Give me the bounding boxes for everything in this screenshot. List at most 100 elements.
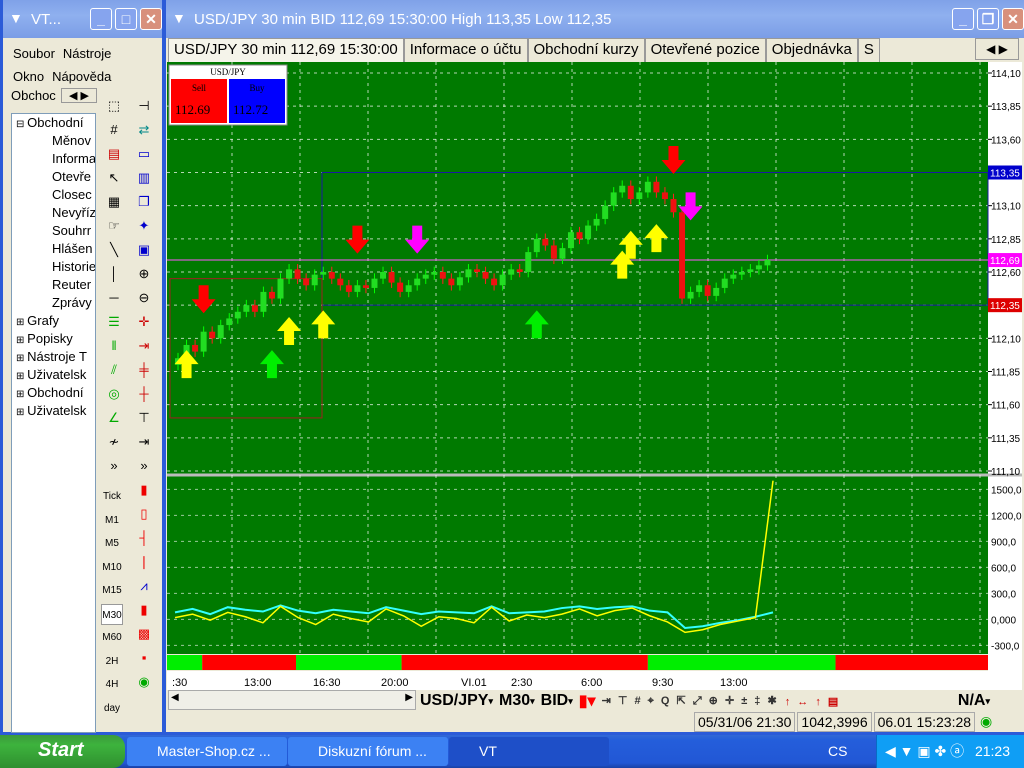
- expand-icon[interactable]: ⊞: [16, 317, 27, 328]
- tree-item[interactable]: ⊟ Obchodní: [12, 114, 95, 132]
- hand-icon[interactable]: ☞: [103, 215, 125, 237]
- tree-item[interactable]: Reuter: [12, 276, 95, 294]
- tree-item[interactable]: Closec: [12, 186, 95, 204]
- close-button[interactable]: ✕: [1002, 8, 1024, 30]
- tree-item[interactable]: Informa: [12, 150, 95, 168]
- tree-item[interactable]: ⊞ Uživatelsk: [12, 402, 95, 420]
- new-window-icon[interactable]: ✦: [133, 215, 155, 237]
- expand-icon[interactable]: ⊟: [16, 119, 27, 130]
- timeframe-m30[interactable]: M30: [101, 603, 123, 625]
- minimize-button[interactable]: _: [952, 8, 974, 30]
- tray-icons[interactable]: ◀ ▼ ▣ ✤ ⓐ: [885, 743, 964, 759]
- taskbar-item-master-shop[interactable]: Master-Shop.cz ...: [127, 737, 287, 766]
- zoom-in-icon[interactable]: ⊕: [133, 263, 155, 285]
- select-area-icon[interactable]: ⬚: [103, 95, 125, 117]
- indicator-icons[interactable]: ↑ ↔ ↑ ▤: [785, 695, 841, 708]
- fit-right-icon[interactable]: ⇥: [133, 431, 155, 453]
- tab-2[interactable]: Obchodní kurzy: [527, 38, 645, 62]
- timeframe-m60[interactable]: M60: [101, 627, 123, 649]
- restore-button[interactable]: ❐: [977, 8, 999, 30]
- connection-status-icon[interactable]: ◉: [133, 671, 155, 693]
- scroll-right-arrow[interactable]: ▶: [405, 692, 413, 703]
- taskbar-item-vt[interactable]: VT: [449, 737, 609, 766]
- point-figure-icon[interactable]: ▪: [133, 647, 155, 669]
- price-chart[interactable]: 114,10 113,85 113,60 113,35 113,10 112,85 112,…: [167, 62, 1022, 690]
- navigator-tree[interactable]: ⊟ Obchodní Měnov Informa Otevře Closec Nevyří…: [11, 113, 96, 733]
- multi-line-icon[interactable]: ⩘: [133, 575, 155, 597]
- expand-icon[interactable]: ⊞: [16, 407, 27, 418]
- timeframe-m5[interactable]: M5: [101, 533, 123, 555]
- crosshair-v-icon[interactable]: ╪: [133, 359, 155, 381]
- tab-3[interactable]: Otevřené pozice: [644, 38, 766, 62]
- candle-icon[interactable]: ▮: [133, 479, 155, 501]
- crosshair-icon[interactable]: ✛: [133, 311, 155, 333]
- channel-icon[interactable]: ☰: [103, 311, 125, 333]
- fit-vertical-icon[interactable]: ⊤: [133, 407, 155, 429]
- vertical-split-icon[interactable]: ▥: [133, 167, 155, 189]
- vertical-line-icon[interactable]: │: [103, 263, 125, 285]
- zoom-out-icon[interactable]: ⊖: [133, 287, 155, 309]
- menu-nastroje[interactable]: Nástroje: [63, 46, 111, 61]
- horizontal-split-icon[interactable]: ▭: [133, 143, 155, 165]
- properties-icon[interactable]: ▤: [103, 143, 125, 165]
- tab-4[interactable]: Objednávka: [765, 38, 858, 62]
- expand-icon[interactable]: ⊞: [16, 389, 27, 400]
- chart-tool-icons[interactable]: ⇥ ⊤ # ⌖ Q ⇱ ⤢ ⊕ ✛ ± ‡ ✱: [602, 694, 779, 708]
- tab-scroll-arrows[interactable]: ◀ ▶: [61, 88, 97, 103]
- wave-icon[interactable]: ≁: [103, 431, 125, 453]
- tree-item[interactable]: Zprávy: [12, 294, 95, 312]
- tree-item[interactable]: Otevře: [12, 168, 95, 186]
- expand-icon[interactable]: ⊞: [16, 371, 27, 382]
- symbol-dropdown[interactable]: USD/JPY: [420, 692, 488, 710]
- expand-icon[interactable]: ⊞: [16, 335, 27, 346]
- timeframe-4h[interactable]: 4H: [101, 674, 123, 696]
- grid-icon[interactable]: #: [103, 119, 125, 141]
- more-icon[interactable]: »: [133, 455, 155, 477]
- maximize-button[interactable]: □: [115, 8, 137, 30]
- pin-icon[interactable]: ⊣: [133, 95, 155, 117]
- timeframe-dropdown[interactable]: M30: [499, 692, 530, 710]
- tree-item[interactable]: ⊞ Nástroje T: [12, 348, 95, 366]
- tree-item[interactable]: Měnov: [12, 132, 95, 150]
- vertical-channel-icon[interactable]: ‖: [103, 335, 125, 357]
- bar-icon[interactable]: ┤: [133, 527, 155, 549]
- tab-0[interactable]: USD/JPY 30 min 112,69 15:30:00: [168, 38, 404, 62]
- tree-item[interactable]: Hlášen: [12, 240, 95, 258]
- more-icon[interactable]: »: [103, 455, 125, 477]
- timeframe-m15[interactable]: M15: [101, 580, 123, 602]
- taskbar-item-forum[interactable]: Diskuzní fórum ...: [288, 737, 448, 766]
- horizontal-line-icon[interactable]: ─: [103, 287, 125, 309]
- language-indicator[interactable]: CS: [828, 743, 847, 759]
- minimize-button[interactable]: _: [90, 8, 112, 30]
- copy-icon[interactable]: ▦: [103, 191, 125, 213]
- diagonal-line-icon[interactable]: ╲: [103, 239, 125, 261]
- timeframe-2h[interactable]: 2H: [101, 651, 123, 673]
- chart-type-icon[interactable]: ▮▾: [579, 691, 596, 711]
- timeframe-tick[interactable]: Tick: [101, 486, 123, 508]
- tree-item[interactable]: Nevyříz: [12, 204, 95, 222]
- heikin-ashi-icon[interactable]: ▮: [133, 599, 155, 621]
- tab-1[interactable]: Informace o účtu: [403, 38, 528, 62]
- layout-icon[interactable]: ▣: [133, 239, 155, 261]
- tree-item[interactable]: Historie: [12, 258, 95, 276]
- chart-scrollbar[interactable]: ◀ ▶: [168, 690, 416, 710]
- circle-icon[interactable]: ◎: [103, 383, 125, 405]
- timeframe-m10[interactable]: M10: [101, 557, 123, 579]
- tree-item[interactable]: Souhrr: [12, 222, 95, 240]
- menu-okno[interactable]: Okno: [13, 69, 44, 84]
- scroll-left-arrow[interactable]: ◀: [171, 692, 179, 703]
- tree-item[interactable]: ⊞ Popisky: [12, 330, 95, 348]
- tabs-scroll-arrows[interactable]: ◀ ▶: [975, 38, 1019, 60]
- navigator-tab[interactable]: Obchoc: [11, 88, 56, 103]
- angle-icon[interactable]: ∠: [103, 407, 125, 429]
- close-button[interactable]: ✕: [140, 8, 162, 30]
- menu-soubor[interactable]: Soubor: [13, 46, 55, 61]
- renko-icon[interactable]: ▩: [133, 623, 155, 645]
- timeframe-m1[interactable]: M1: [101, 510, 123, 532]
- pointer-icon[interactable]: ↖: [103, 167, 125, 189]
- tree-item[interactable]: ⊞ Grafy: [12, 312, 95, 330]
- expand-icon[interactable]: ⊞: [16, 353, 27, 364]
- start-button[interactable]: Start: [0, 735, 125, 768]
- menu-napoveda[interactable]: Nápověda: [52, 69, 111, 84]
- cascade-icon[interactable]: ❐: [133, 191, 155, 213]
